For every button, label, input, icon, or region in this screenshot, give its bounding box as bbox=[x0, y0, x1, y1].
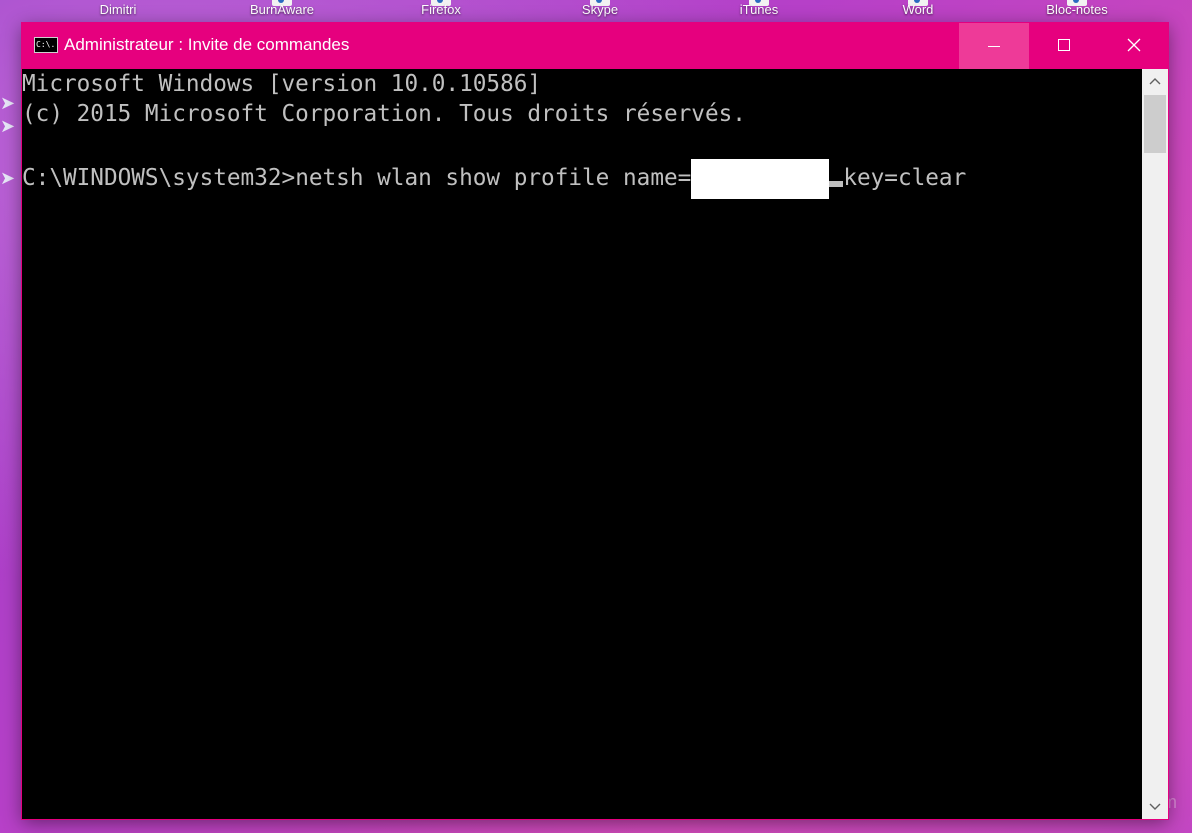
command-prompt-window[interactable]: C:\. Administrateur : Invite de commande… bbox=[22, 23, 1168, 819]
text-cursor bbox=[829, 181, 844, 187]
desktop-icon-label: Firefox bbox=[421, 2, 461, 17]
command-text: netsh wlan show profile name= bbox=[295, 165, 692, 191]
title-bar[interactable]: C:\. Administrateur : Invite de commande… bbox=[22, 23, 1168, 69]
maximize-icon bbox=[1058, 39, 1070, 51]
minimize-icon bbox=[988, 46, 1000, 47]
desktop-icon-word[interactable]: Word bbox=[858, 0, 978, 24]
desktop-icon-itunes[interactable]: iTunes bbox=[699, 0, 819, 24]
desktop-icon-skype[interactable]: Skype bbox=[540, 0, 660, 24]
desktop-icon-bloc-notes[interactable]: Bloc-notes bbox=[1017, 0, 1137, 24]
close-icon bbox=[1127, 38, 1141, 52]
command-line[interactable]: C:\WINDOWS\system32>netsh wlan show prof… bbox=[22, 159, 967, 199]
desktop-arrow-icon: ➤ bbox=[0, 116, 16, 137]
console-line: Microsoft Windows [version 10.0.10586] bbox=[22, 71, 542, 97]
desktop-icon-label: Dimitri bbox=[99, 2, 137, 17]
desktop-icon-label: Bloc-notes bbox=[1046, 2, 1108, 17]
console-output[interactable]: Microsoft Windows [version 10.0.10586] (… bbox=[22, 69, 1142, 819]
scroll-down-button[interactable] bbox=[1142, 795, 1168, 819]
minimize-button[interactable] bbox=[959, 23, 1029, 69]
desktop-icon-firefox[interactable]: Firefox bbox=[381, 0, 501, 24]
window-title: Administrateur : Invite de commandes bbox=[64, 35, 350, 54]
desktop-icon-burnaware[interactable]: BurnAware bbox=[222, 0, 342, 24]
vertical-scrollbar[interactable] bbox=[1142, 69, 1168, 819]
chevron-up-icon bbox=[1149, 78, 1161, 85]
maximize-button[interactable] bbox=[1029, 23, 1099, 69]
desktop-icon-dimitri[interactable]: Dimitri bbox=[58, 0, 178, 24]
chevron-down-icon bbox=[1149, 803, 1161, 810]
scroll-thumb[interactable] bbox=[1144, 95, 1166, 153]
redacted-profile-name bbox=[691, 159, 830, 199]
scroll-up-button[interactable] bbox=[1142, 69, 1168, 93]
desktop-icon-label: BurnAware bbox=[249, 2, 315, 17]
desktop-icon-label: iTunes bbox=[739, 2, 779, 17]
desktop-icon-strip: Dimitri BurnAware Firefox Skype iTunes W… bbox=[0, 0, 1192, 24]
desktop-icon-label: Skype bbox=[581, 2, 619, 17]
close-button[interactable] bbox=[1099, 23, 1169, 69]
desktop-arrow-icon: ➤ bbox=[0, 93, 16, 114]
cmd-icon[interactable]: C:\. bbox=[34, 37, 58, 53]
desktop-icon-label: Word bbox=[902, 2, 934, 17]
command-arguments: key=clear bbox=[843, 165, 967, 191]
desktop-arrow-icon: ➤ bbox=[0, 168, 16, 189]
console-line: (c) 2015 Microsoft Corporation. Tous dro… bbox=[22, 101, 746, 127]
prompt: C:\WINDOWS\system32> bbox=[22, 165, 296, 191]
